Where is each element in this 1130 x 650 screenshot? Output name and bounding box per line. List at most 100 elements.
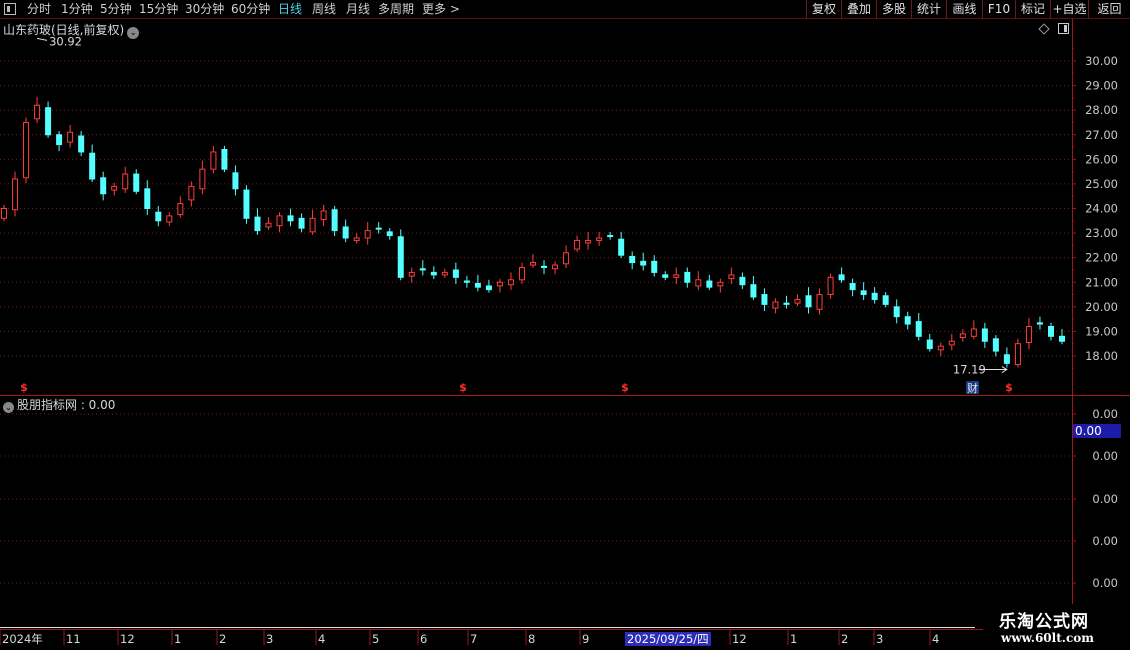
candle-body bbox=[463, 280, 470, 283]
indicator-axis-label: 0.00 bbox=[1092, 407, 1118, 421]
candle-body bbox=[530, 262, 536, 266]
candle-body bbox=[750, 284, 757, 298]
candle-body bbox=[210, 151, 217, 170]
candle-body bbox=[794, 298, 801, 304]
chevron-down-icon[interactable]: ⌄ bbox=[127, 27, 140, 39]
candle-body bbox=[386, 231, 393, 237]
candle-body bbox=[563, 252, 570, 265]
candle-body bbox=[67, 131, 74, 143]
price-axis-label: 30.00 bbox=[1085, 54, 1118, 68]
candle-body bbox=[805, 295, 812, 308]
indicator-axis-label: 0.00 bbox=[1092, 534, 1118, 548]
candle-body bbox=[12, 178, 19, 211]
candle-body bbox=[926, 339, 933, 350]
candle-body bbox=[254, 216, 261, 232]
candle-body bbox=[629, 255, 636, 264]
candle-body bbox=[287, 215, 294, 222]
tab-2[interactable]: 5分钟 bbox=[100, 1, 132, 18]
candle-body bbox=[728, 274, 735, 280]
time-axis-label: 2024年 bbox=[2, 632, 43, 646]
candle-body bbox=[122, 173, 129, 190]
tab-9[interactable]: 多周期 bbox=[378, 1, 414, 18]
candle-body bbox=[772, 301, 779, 309]
tab-7[interactable]: 周线 bbox=[312, 1, 336, 18]
candle-body bbox=[408, 271, 415, 277]
candle-body bbox=[419, 268, 426, 271]
candle-body bbox=[706, 280, 713, 288]
finance-marker: 财 bbox=[967, 381, 978, 395]
candle-body bbox=[1014, 343, 1021, 366]
toolbar-button-0[interactable]: 复权 bbox=[806, 0, 841, 19]
time-axis-label: 12 bbox=[120, 632, 135, 646]
candle-body bbox=[133, 173, 140, 192]
candle-body bbox=[893, 306, 900, 318]
indicator-axis-label: 0.00 bbox=[1092, 449, 1118, 463]
tab-3[interactable]: 15分钟 bbox=[139, 1, 178, 18]
candle-body bbox=[221, 149, 228, 170]
axis-layer: 30.0029.0028.0027.0026.0025.0024.0023.00… bbox=[0, 19, 1130, 646]
candle-body bbox=[56, 134, 63, 146]
event-marker: $ bbox=[621, 381, 629, 394]
candle-body bbox=[45, 107, 52, 136]
candle-body bbox=[662, 274, 669, 278]
candle-body bbox=[232, 172, 239, 190]
candle-body bbox=[452, 269, 459, 278]
indicator-axis-label: 0.00 bbox=[1092, 492, 1118, 506]
candle-body bbox=[684, 271, 691, 283]
candle-body bbox=[959, 333, 966, 339]
candle-body bbox=[89, 152, 96, 180]
window-icon[interactable] bbox=[4, 3, 16, 15]
toolbar-button-4[interactable]: 画线 bbox=[946, 0, 982, 19]
candle-body bbox=[111, 185, 118, 191]
candle-body bbox=[739, 276, 746, 286]
toolbar-button-6[interactable]: 标记 bbox=[1015, 0, 1050, 19]
toolbar-button-7[interactable]: +自选 bbox=[1050, 0, 1088, 19]
candle-body bbox=[640, 260, 647, 266]
toolbar-button-3[interactable]: 统计 bbox=[911, 0, 946, 19]
toolbar-button-1[interactable]: 叠加 bbox=[841, 0, 876, 19]
candle-body bbox=[1059, 335, 1065, 342]
candle-body bbox=[155, 211, 162, 222]
price-axis-label: 18.00 bbox=[1085, 349, 1118, 363]
candle-body bbox=[78, 135, 85, 153]
candle-body bbox=[485, 285, 492, 291]
toolbar-button-5[interactable]: F10 bbox=[982, 0, 1015, 19]
chart-canvas[interactable]: 30.0029.0028.0027.0026.0025.0024.0023.00… bbox=[0, 19, 1130, 650]
tab-4[interactable]: 30分钟 bbox=[185, 1, 224, 18]
candle-body bbox=[948, 340, 955, 346]
price-axis-label: 28.00 bbox=[1085, 103, 1118, 117]
tab-5[interactable]: 60分钟 bbox=[231, 1, 270, 18]
tab-8[interactable]: 月线 bbox=[346, 1, 370, 18]
candle-body bbox=[298, 217, 305, 229]
tab-1[interactable]: 1分钟 bbox=[61, 1, 93, 18]
time-axis-label: 7 bbox=[470, 632, 477, 646]
candle-body bbox=[618, 238, 625, 256]
candle-body bbox=[496, 281, 503, 287]
candle-body bbox=[585, 239, 592, 244]
chevron-down-icon[interactable]: ⌄ bbox=[3, 402, 14, 413]
candle-body bbox=[871, 292, 878, 300]
time-axis-label: 2 bbox=[219, 632, 226, 646]
candle-body bbox=[1047, 326, 1054, 337]
candle-body bbox=[695, 279, 702, 287]
candle-body bbox=[827, 276, 834, 296]
candle-body bbox=[276, 215, 283, 227]
tab-10[interactable]: 更多 > bbox=[422, 1, 460, 18]
candle-body bbox=[860, 290, 867, 296]
event-marker: $ bbox=[1005, 381, 1013, 394]
main-title-text: 山东药玻(日线,前复权) bbox=[3, 23, 125, 37]
candle-body bbox=[265, 222, 272, 228]
indicator-title[interactable]: ⌄ 股朋指标网 : 0.00 bbox=[3, 396, 115, 413]
toolbar-button-2[interactable]: 多股 bbox=[876, 0, 911, 19]
main-chart-title[interactable]: 山东药玻(日线,前复权) ⌄ bbox=[3, 21, 140, 39]
candle-body bbox=[507, 279, 514, 286]
candle-body bbox=[937, 345, 944, 351]
panel-toggle-icon[interactable] bbox=[1058, 23, 1069, 34]
tab-0[interactable]: 分时 bbox=[27, 1, 51, 18]
time-axis-label: 1 bbox=[174, 632, 181, 646]
candle-body bbox=[342, 226, 349, 239]
candle-body bbox=[552, 264, 559, 270]
toolbar-button-8[interactable]: 返回 bbox=[1088, 0, 1130, 19]
tab-6[interactable]: 日线 bbox=[278, 1, 302, 18]
price-axis-label: 19.00 bbox=[1085, 324, 1118, 338]
